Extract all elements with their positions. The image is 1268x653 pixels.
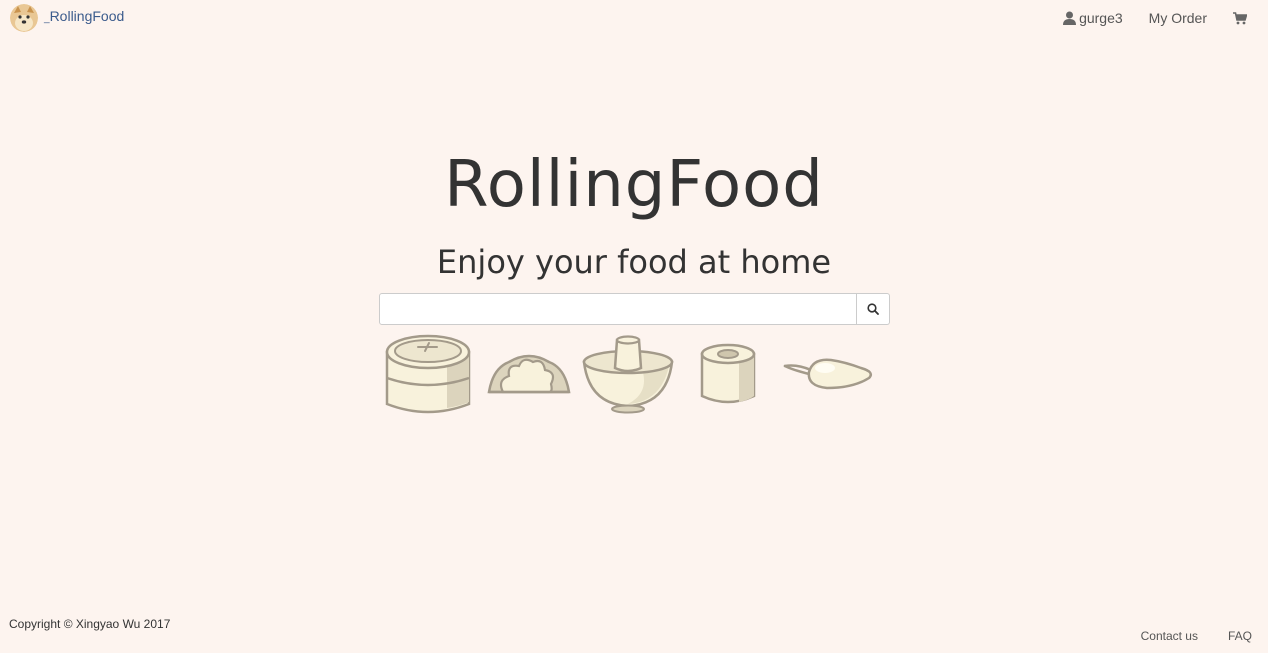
- brand-name: RollingFood: [44, 8, 125, 24]
- my-order-link[interactable]: My Order: [1149, 10, 1207, 26]
- steamer-basket-icon: [385, 334, 471, 414]
- user-icon: [1063, 11, 1077, 25]
- search-icon: [867, 303, 879, 315]
- hero-subtitle: Enjoy your food at home: [436, 243, 832, 281]
- mortar-bowl-icon: [582, 335, 674, 414]
- copyright-text: Copyright © Xingyao Wu 2017: [9, 617, 171, 631]
- faq-link[interactable]: FAQ: [1228, 629, 1252, 643]
- user-name: gurge3: [1079, 10, 1123, 26]
- search-button[interactable]: [857, 293, 890, 325]
- navbar: RollingFood gurge3 My Order: [0, 0, 1268, 36]
- spoon-icon: [783, 358, 872, 390]
- hero-title: RollingFood: [444, 148, 824, 222]
- brand-link[interactable]: RollingFood: [10, 4, 124, 32]
- sushi-roll-icon: [700, 343, 756, 404]
- cart-link[interactable]: [1233, 11, 1250, 25]
- footer-links: Contact us FAQ: [1111, 629, 1252, 643]
- search-form: [379, 293, 890, 325]
- dumpling-icon: [487, 354, 571, 394]
- nav-right: gurge3 My Order: [1037, 10, 1250, 26]
- contact-us-link[interactable]: Contact us: [1141, 629, 1198, 643]
- shopping-cart-icon: [1233, 11, 1247, 24]
- search-input[interactable]: [379, 293, 857, 325]
- user-menu-link[interactable]: gurge3: [1063, 10, 1123, 26]
- doge-avatar-icon: [10, 4, 38, 32]
- food-illustrations: [383, 332, 883, 416]
